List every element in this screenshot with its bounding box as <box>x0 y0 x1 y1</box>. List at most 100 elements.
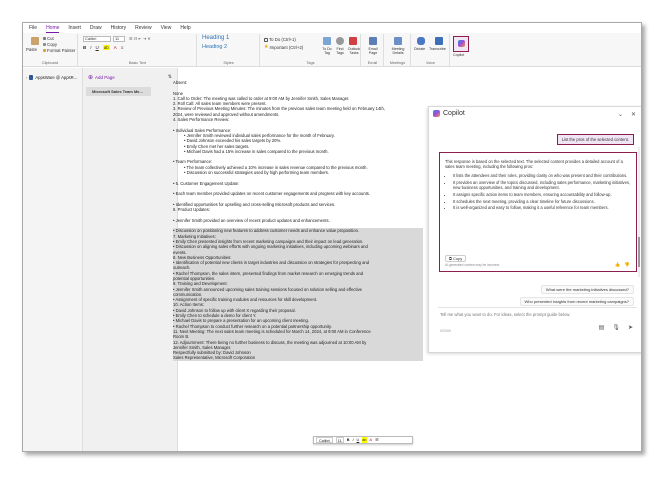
response-intro: This response is based on the selected t… <box>445 159 623 170</box>
page-item-current[interactable]: Microsoft Sales Team Me... <box>86 87 151 96</box>
copilot-header: Copilot <box>433 110 465 117</box>
cut-button[interactable]: Cut <box>43 36 54 41</box>
calendar-icon[interactable] <box>394 37 402 45</box>
copy-response-button[interactable]: ⧉ Copy <box>445 254 467 262</box>
important-tag-item[interactable]: ★ Important (Ctrl+2) <box>264 44 303 50</box>
email-page-label: Email Page <box>368 47 378 55</box>
thumbs-up-icon[interactable]: 👍 <box>615 262 621 267</box>
heading1-style[interactable]: Heading 1 <box>202 35 229 41</box>
send-icon[interactable]: ➤ <box>628 324 633 331</box>
email-group: Email Page Email <box>362 34 384 66</box>
font-size-select[interactable]: 11 <box>113 36 125 42</box>
copilot-logo-icon <box>458 40 465 47</box>
font-color-button[interactable]: A <box>114 45 117 50</box>
find-tags-button[interactable]: Find Tags <box>334 47 346 55</box>
brush-icon <box>43 49 46 52</box>
suggestion-chip-2[interactable]: Who presented insights from recent marke… <box>519 297 634 306</box>
ai-disclaimer: AI-generated content may be incorrect <box>445 262 500 267</box>
underline-button[interactable]: U <box>96 45 99 50</box>
todo-label: To Do (Ctrl+1) <box>269 37 296 42</box>
copilot-ribbon-button[interactable] <box>453 36 469 52</box>
mini-font-color-button[interactable]: A <box>370 437 373 443</box>
bold-button[interactable]: B <box>83 45 86 50</box>
menu-file[interactable]: File <box>29 23 37 33</box>
menu-history[interactable]: History <box>111 23 127 33</box>
paste-icon[interactable] <box>31 37 39 45</box>
copilot-prompt-input[interactable]: Tell me what you want to do. For ideas, … <box>438 307 637 334</box>
todo-tag-label: To Do Tag <box>322 47 332 55</box>
meeting-details-label: Meeting Details <box>391 47 405 55</box>
mini-bold-button[interactable]: B <box>347 437 350 443</box>
mini-list-button[interactable]: ☰ <box>375 437 378 443</box>
prompt-guide-icon[interactable]: ▤ <box>599 324 605 331</box>
voice-group: Dictate Transcribe Voice <box>412 34 450 66</box>
list-buttons[interactable]: ☰ ☷ ⇤ ⇥ ✕ <box>129 36 151 41</box>
menu-insert[interactable]: Insert <box>68 23 81 33</box>
mini-font-select[interactable]: Calibri <box>316 437 333 443</box>
dictate-button[interactable]: Dictate <box>414 47 425 51</box>
find-tags-label: Find Tags <box>336 47 344 55</box>
format-buttons: BIU ab A ≡ <box>83 45 123 50</box>
menu-review[interactable]: Review <box>135 23 151 33</box>
menu-help[interactable]: Help <box>180 23 190 33</box>
email-page-button[interactable]: Email Page <box>364 47 382 55</box>
important-label: Important (Ctrl+2) <box>269 44 304 50</box>
outlook-flag-icon[interactable] <box>349 37 357 45</box>
styles-group: Heading 1 Heading 2 Styles <box>198 34 260 66</box>
char-counter: 0/2000 <box>440 329 451 333</box>
heading2-style[interactable]: Heading 2 <box>202 44 227 50</box>
mini-italic-button[interactable]: I <box>352 437 353 443</box>
menu-view[interactable]: View <box>161 23 172 33</box>
mini-underline-button[interactable]: U <box>357 437 360 443</box>
page-content[interactable]: Absent: None 1. Call to Order: The meetin… <box>173 80 423 361</box>
transcribe-button[interactable]: Transcribe <box>429 47 446 51</box>
close-icon[interactable]: ✕ <box>631 111 636 118</box>
todo-tag-item[interactable]: To Do (Ctrl+1) <box>264 37 296 42</box>
font-select[interactable]: Calibri <box>83 36 111 42</box>
microphone-icon[interactable] <box>417 37 425 45</box>
feedback-controls: 👍 👎 <box>615 262 630 267</box>
checkbox-icon <box>264 37 268 42</box>
sort-icon[interactable]: ⇅ <box>168 74 172 80</box>
pages-pane: ⊕ Add Page ⇅ Microsoft Sales Team Me... <box>83 68 178 451</box>
copilot-pane: Copilot ⌄ ✕ List the pros of the selecte… <box>428 106 641 353</box>
add-page-button[interactable]: ⊕ Add Page <box>88 74 115 81</box>
scissors-icon <box>43 37 46 40</box>
suggestion-chip-1[interactable]: What were the marketing initiatives disc… <box>540 285 634 294</box>
meeting-details-button[interactable]: Meeting Details <box>387 47 409 55</box>
outlook-tasks-label: Outlook Tasks <box>347 47 361 55</box>
find-tags-icon[interactable] <box>336 37 344 45</box>
dictate-label: Dictate <box>414 47 426 51</box>
align-button[interactable]: ≡ <box>121 45 124 50</box>
chevron-down-icon[interactable]: ⌄ <box>618 111 623 118</box>
notebook-item[interactable]: › AppsWare @ AppsR... <box>26 75 77 80</box>
response-point: It schedules the next meeting, providing… <box>453 199 631 204</box>
thumbs-down-icon[interactable]: 👎 <box>624 262 630 267</box>
copy-button[interactable]: Copy <box>43 42 57 47</box>
format-painter-button[interactable]: Format Painter <box>43 48 75 53</box>
email-group-label: Email <box>367 61 378 65</box>
copy-icon <box>43 43 46 46</box>
italic-button[interactable]: I <box>90 45 91 50</box>
email-icon[interactable] <box>369 37 377 45</box>
menu-draw[interactable]: Draw <box>90 23 102 33</box>
format-painter-label: Format Painter <box>47 48 76 53</box>
star-icon: ★ <box>264 44 269 50</box>
microphone-icon[interactable]: 🎙 <box>612 324 620 331</box>
outlook-tasks-button[interactable]: Outlook Tasks <box>347 47 361 55</box>
meetings-group-label: Meetings <box>389 61 406 65</box>
paste-button[interactable]: Paste <box>26 47 37 52</box>
mini-size-select[interactable]: 11 <box>335 437 344 443</box>
doc-line[interactable]: Sales Representative, Microsoft Corporat… <box>173 355 423 361</box>
basic-text-group: Calibri 11 ☰ ☷ ⇤ ⇥ ✕ BIU ab A ≡ Basic Te… <box>79 34 197 66</box>
copilot-logo-icon <box>433 110 440 117</box>
mini-highlight-button[interactable]: ab <box>362 437 367 443</box>
highlight-button[interactable]: ab <box>102 45 110 50</box>
paste-label: Paste <box>26 47 37 52</box>
copilot-scrollbar-thumb[interactable] <box>638 237 640 267</box>
prompt-placeholder: Tell me what you want to do. For ideas, … <box>440 312 571 317</box>
transcribe-icon[interactable] <box>435 37 443 45</box>
todo-tag-icon[interactable] <box>323 37 331 45</box>
menu-home[interactable]: Home <box>46 23 60 33</box>
todo-tag-button[interactable]: To Do Tag <box>321 47 333 55</box>
